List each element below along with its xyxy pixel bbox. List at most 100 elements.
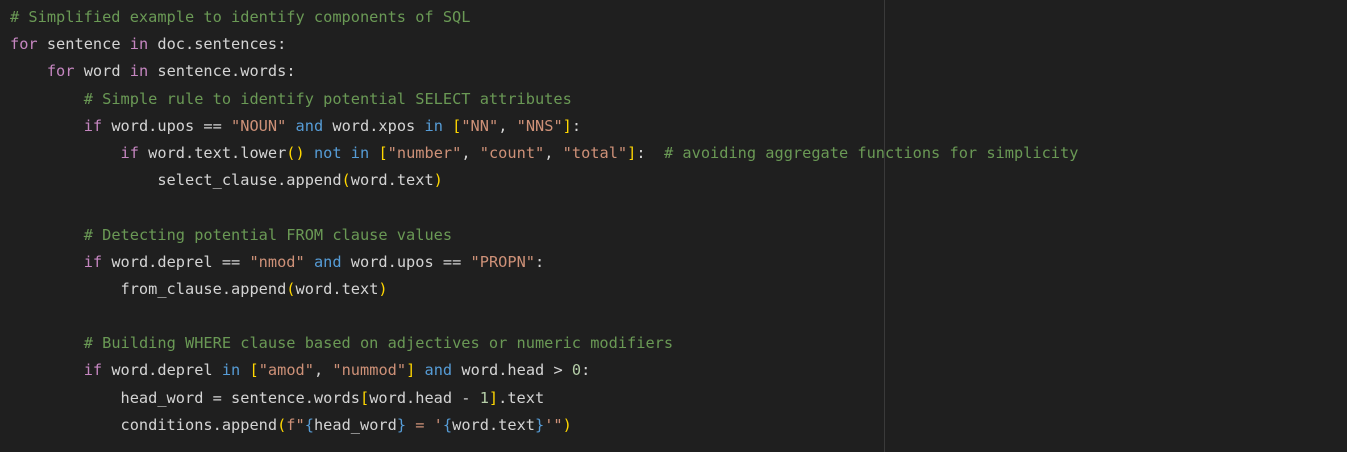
code-token: [ [359,388,370,407]
code-line[interactable]: if word.upos == "NOUN" and word.xpos in … [10,113,1078,140]
code-line[interactable]: from_clause.append(word.text) [10,276,1078,303]
code-token: # Building WHERE clause based on adjecti… [83,334,674,353]
code-token: # Detecting potential FROM clause values [83,225,453,244]
code-token: for [46,62,75,81]
code-token: sentence.words: [148,62,296,81]
code-token: word [74,62,130,81]
code-token: in [129,35,149,54]
code-token: conditions.append [10,415,278,434]
code-token: "NN" [461,116,499,135]
code-token: , [313,361,333,380]
code-token: "NNS" [516,116,563,135]
code-token: "PROPN" [470,252,535,271]
code-token: and [313,252,342,271]
code-token: head_word [313,415,397,434]
code-token: .text [498,388,545,407]
code-token: ( [277,415,287,434]
code-token: in [350,143,370,162]
code-token: word.deprel [102,361,222,380]
code-token: word.text [452,415,535,434]
code-token: ] [562,116,572,135]
code-token: , [461,143,480,162]
code-token: , [544,143,563,162]
code-token: ] [627,143,637,162]
code-token: word.deprel == [102,252,250,271]
code-line[interactable]: conditions.append(f"{head_word} = '{word… [10,412,1078,439]
code-token: ] [406,361,416,380]
code-token: if [83,252,103,271]
code-line[interactable]: # Simple rule to identify potential SELE… [10,86,1078,113]
code-editor[interactable]: # Simplified example to identify compone… [0,0,1347,452]
code-line[interactable]: # Simplified example to identify compone… [10,4,1078,31]
code-token: } [535,415,545,434]
code-token: ) [433,171,443,190]
code-token: : [636,143,664,162]
code-token: word.upos == [102,116,232,135]
code-line[interactable] [10,194,1078,221]
code-token: for [10,35,38,54]
code-token: and [295,116,324,135]
code-token: ] [488,388,499,407]
code-token: 0 [571,361,582,380]
code-line[interactable]: select_clause.append(word.text) [10,167,1078,194]
code-token: [ [378,143,388,162]
code-token: f" [286,415,305,434]
code-area[interactable]: # Simplified example to identify compone… [10,4,1078,439]
code-token: in [424,116,443,135]
code-line[interactable] [10,303,1078,330]
code-token: # Simple rule to identify potential SELE… [83,89,572,108]
code-token: # avoiding aggregate functions for simpl… [663,143,1079,162]
code-token: and [424,361,453,380]
code-line[interactable]: if word.text.lower() not in ["number", "… [10,140,1079,167]
code-token: from_clause.append [10,279,287,298]
code-line[interactable]: if word.deprel == "nmod" and word.upos =… [10,249,1078,276]
code-token: if [83,361,103,380]
code-token: if [83,116,103,135]
code-token: word.head - [369,388,480,407]
code-token: in [221,361,241,380]
code-token: sentence [37,35,130,54]
code-token: () [286,143,305,162]
code-line[interactable]: for word in sentence.words: [10,58,1078,85]
code-token: ( [341,171,351,190]
code-line[interactable]: # Building WHERE clause based on adjecti… [10,330,1078,357]
code-token: { [442,415,453,434]
code-token: doc.sentences: [148,35,287,54]
code-token: 1 [479,388,489,407]
code-token: word.text.lower [138,143,287,162]
code-token: word.upos == [341,252,471,271]
code-token: = ' [406,415,443,434]
code-token: "amod" [258,361,314,380]
code-line[interactable]: # Detecting potential FROM clause values [10,222,1078,249]
code-line[interactable]: head_word = sentence.words[word.head - 1… [10,385,1078,412]
code-line[interactable]: if word.deprel in ["amod", "nummod"] and… [10,357,1078,384]
code-token: word.head > [452,361,572,380]
code-token: [ [249,361,259,380]
code-token: in [129,62,149,81]
code-line[interactable]: for sentence in doc.sentences: [10,31,1078,58]
code-token: if [120,143,139,162]
code-token: "nmod" [249,252,305,271]
code-token: [ [452,116,462,135]
code-token: "number" [387,143,462,162]
code-token: '" [544,415,563,434]
code-token: word.text [350,171,434,190]
code-token: : [535,252,545,271]
code-token: "count" [479,143,545,162]
code-token: { [304,415,314,434]
code-token: "NOUN" [231,116,287,135]
code-token: "nummod" [332,361,407,380]
code-token: not [313,143,342,162]
code-token: # Simplified example to identify compone… [10,8,471,26]
code-token: select_clause.append [10,171,342,190]
